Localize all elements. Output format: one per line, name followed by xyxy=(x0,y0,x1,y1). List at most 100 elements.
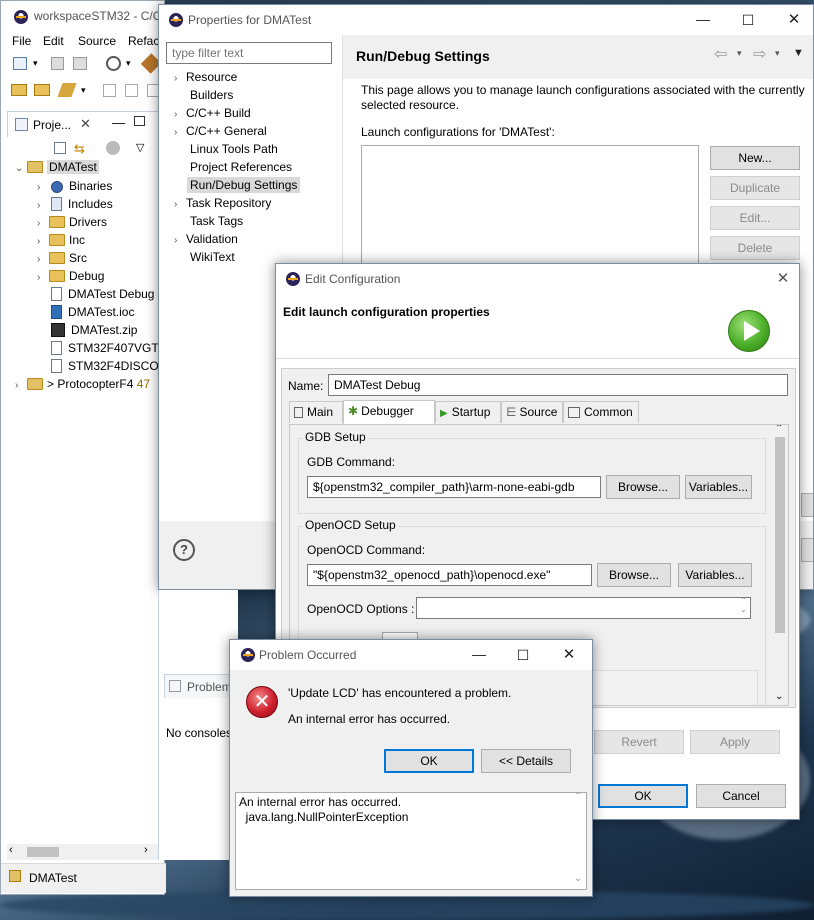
scroll-left-icon[interactable]: ‹ xyxy=(9,844,13,856)
details-text-area[interactable]: An internal error has occurred. java.lan… xyxy=(235,791,587,890)
tab-debugger[interactable]: ✱ Debugger xyxy=(343,400,435,424)
openocd-command-input[interactable]: "${openstm32_openocd_path}\openocd.exe" xyxy=(307,564,592,586)
tree-item-project[interactable]: ⌄ DMATest xyxy=(15,160,99,174)
nav-item-cpp-general[interactable]: › C/C++ General xyxy=(174,124,267,138)
launch-configs-list[interactable] xyxy=(361,145,699,275)
problems-tab[interactable]: Problem xyxy=(164,674,239,698)
chevron-down-icon[interactable]: ⌄ xyxy=(15,163,27,174)
tree-item-includes[interactable]: › Includes xyxy=(37,197,113,211)
chevron-down-icon[interactable]: ▾ xyxy=(33,58,38,69)
nav-item-task-tags[interactable]: Task Tags xyxy=(190,214,243,228)
chevron-right-icon[interactable]: › xyxy=(174,127,186,138)
horizontal-scrollbar[interactable]: ‹ › xyxy=(7,844,159,860)
details-button[interactable]: << Details xyxy=(481,749,571,773)
nav-item-validation[interactable]: › Validation xyxy=(174,232,238,246)
cancel-button-edge[interactable] xyxy=(801,538,813,562)
ok-button[interactable]: OK xyxy=(598,784,688,808)
wizard-icon[interactable] xyxy=(57,83,77,97)
project-explorer-tab[interactable]: Proje... ✕ — xyxy=(7,111,159,137)
chevron-right-icon[interactable]: › xyxy=(37,272,49,283)
chevron-down-icon[interactable]: ▾ xyxy=(775,48,780,59)
menu-edit[interactable]: Edit xyxy=(43,34,64,48)
close-icon[interactable]: ✕ xyxy=(774,269,792,287)
forward-arrow-icon[interactable]: ⇨ xyxy=(753,44,766,64)
nav-item-resource[interactable]: › Resource xyxy=(174,70,237,84)
tree-item-src[interactable]: › Src xyxy=(37,251,87,265)
menu-file[interactable]: File xyxy=(12,34,31,48)
nav-item-cpp-build[interactable]: › C/C++ Build xyxy=(174,106,251,120)
details-scrollbar[interactable]: ⌃ ⌄ xyxy=(572,791,586,889)
tree-item-ioc[interactable]: DMATest.ioc xyxy=(49,305,134,319)
open-folder-icon[interactable] xyxy=(11,84,27,96)
toggle-icon[interactable] xyxy=(103,84,116,97)
new-button[interactable]: New... xyxy=(710,146,800,170)
chevron-right-icon[interactable]: › xyxy=(15,380,27,391)
tree-item-drivers[interactable]: › Drivers xyxy=(37,215,107,229)
nav-item-wikitext[interactable]: WikiText xyxy=(190,250,235,264)
chevron-right-icon[interactable]: › xyxy=(174,199,186,210)
nav-item-linux-tools[interactable]: Linux Tools Path xyxy=(190,142,278,156)
nav-item-run-debug[interactable]: Run/Debug Settings xyxy=(187,177,301,193)
tab-startup[interactable]: ▶ Startup xyxy=(435,401,501,423)
close-icon[interactable]: ✕ xyxy=(785,10,803,28)
nav-item-builders[interactable]: Builders xyxy=(190,88,233,102)
tree-item-protocopter[interactable]: › > ProtocopterF4 47 xyxy=(15,377,150,391)
tree-item-linker-script[interactable]: STM32F407VGTx xyxy=(49,341,165,355)
chevron-right-icon[interactable]: › xyxy=(174,73,186,84)
openocd-options-input[interactable] xyxy=(416,597,751,619)
gdb-variables-button[interactable]: Variables... xyxy=(685,475,752,499)
debug-icon[interactable] xyxy=(106,56,121,71)
openocd-variables-button[interactable]: Variables... xyxy=(678,563,752,587)
tree-item-disco[interactable]: STM32F4DISCO xyxy=(49,359,159,373)
tab-source[interactable]: ⋿ Source xyxy=(501,401,563,423)
new-icon[interactable] xyxy=(13,57,27,70)
maximize-icon[interactable] xyxy=(134,116,145,126)
chevron-right-icon[interactable]: › xyxy=(37,182,49,193)
close-icon[interactable]: ✕ xyxy=(80,116,91,132)
nav-item-task-repository[interactable]: › Task Repository xyxy=(174,196,271,210)
back-arrow-icon[interactable]: ⇦ xyxy=(714,44,727,64)
config-name-input[interactable]: DMATest Debug xyxy=(328,374,788,396)
scroll-right-icon[interactable]: › xyxy=(144,844,148,856)
filter-input[interactable] xyxy=(166,42,332,64)
cancel-button[interactable]: Cancel xyxy=(696,784,786,808)
tree-item-binaries[interactable]: › Binaries xyxy=(37,179,112,193)
openocd-browse-button[interactable]: Browse... xyxy=(597,563,671,587)
minimize-icon[interactable]: — xyxy=(694,11,712,27)
open-project-icon[interactable] xyxy=(34,84,50,96)
chevron-right-icon[interactable]: › xyxy=(37,254,49,265)
scrollbar-thumb[interactable] xyxy=(775,437,785,633)
scroll-up-icon[interactable]: ⌃ xyxy=(775,425,783,434)
help-icon[interactable]: ? xyxy=(173,539,195,561)
chevron-down-icon[interactable]: ▾ xyxy=(81,85,86,96)
edit-button[interactable]: Edit... xyxy=(710,206,800,230)
chevron-down-icon[interactable]: ▾ xyxy=(737,48,742,59)
chevron-right-icon[interactable]: › xyxy=(37,200,49,211)
scrollbar-thumb[interactable] xyxy=(27,847,59,857)
maximize-icon[interactable]: ☐ xyxy=(739,12,757,29)
scroll-up-icon[interactable]: ⌃ xyxy=(574,791,582,802)
save-icon[interactable] xyxy=(51,57,64,70)
revert-button[interactable]: Revert xyxy=(594,730,684,754)
vertical-scrollbar[interactable]: ⌃ ⌄ xyxy=(772,425,788,705)
scroll-down-icon[interactable]: ⌄ xyxy=(574,873,582,884)
spinner-icon[interactable]: ⌃ ⌄ xyxy=(740,596,747,614)
scroll-down-icon[interactable]: ⌄ xyxy=(775,691,783,702)
gdb-command-input[interactable]: ${openstm32_compiler_path}\arm-none-eabi… xyxy=(307,476,601,498)
duplicate-button[interactable]: Duplicate xyxy=(710,176,800,200)
filter-icon[interactable] xyxy=(106,141,120,155)
menu-source[interactable]: Source xyxy=(78,34,116,48)
view-menu-icon[interactable]: ▼ xyxy=(793,47,804,59)
delete-button[interactable]: Delete xyxy=(710,236,800,260)
maximize-icon[interactable]: ☐ xyxy=(514,647,532,664)
collapse-all-icon[interactable] xyxy=(54,142,66,154)
tree-item-debug[interactable]: › Debug xyxy=(37,269,104,283)
link-with-editor-icon[interactable]: ⇆ xyxy=(74,141,85,157)
problem-ok-button[interactable]: OK xyxy=(384,749,474,773)
view-menu-icon[interactable]: ▽ xyxy=(136,141,144,154)
chevron-right-icon[interactable]: › xyxy=(37,218,49,229)
nav-item-project-references[interactable]: Project References xyxy=(190,160,292,174)
tree-item-debug-config[interactable]: DMATest Debug xyxy=(49,287,154,301)
chevron-down-icon[interactable]: ▾ xyxy=(126,58,131,69)
save-all-icon[interactable] xyxy=(73,57,87,70)
